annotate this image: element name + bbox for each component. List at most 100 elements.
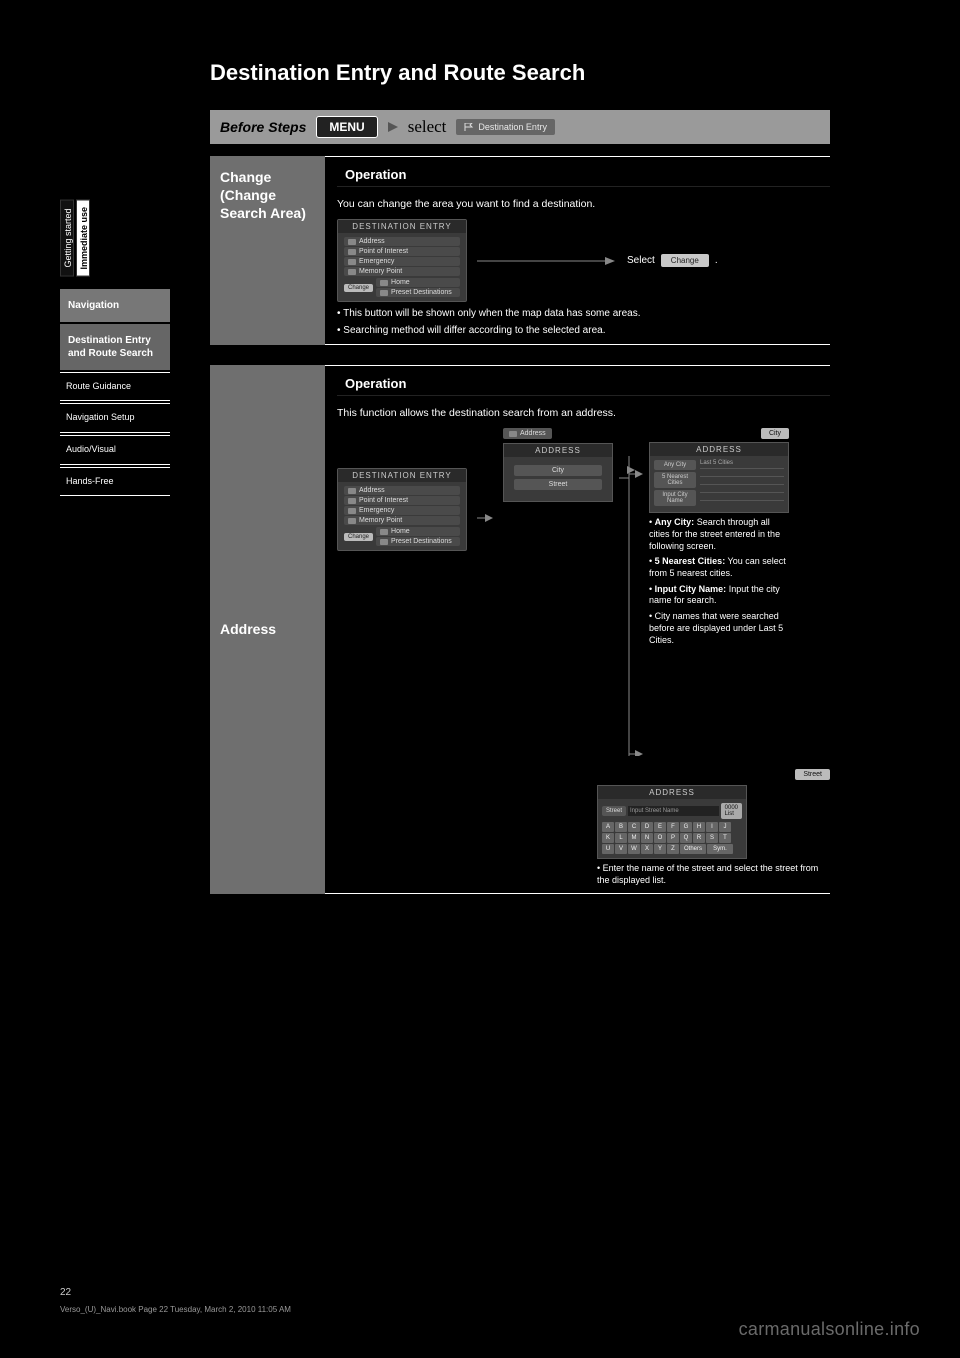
kb-list-btn[interactable]: 0000 List — [721, 803, 742, 819]
key[interactable]: Z — [667, 844, 679, 854]
address-street-btn[interactable]: Street — [514, 479, 602, 490]
key[interactable]: E — [654, 822, 666, 832]
sidetab-getting-started[interactable]: Getting started — [60, 200, 74, 277]
side-item-dest[interactable]: Destination Entry and Route Search — [60, 324, 170, 370]
screenshot-address-city: ADDRESS Any City 5 Nearest Cities Input … — [649, 442, 789, 513]
de-item-label: Memory Point — [359, 517, 402, 524]
key[interactable]: X — [641, 844, 653, 854]
footer-fineprint: Verso_(U)_Navi.book Page 22 Tuesday, Mar… — [60, 1305, 291, 1314]
key[interactable]: L — [615, 833, 627, 843]
screenshot-destination-entry-2: DESTINATION ENTRY Address Point of Inter… — [337, 468, 467, 551]
last5-row[interactable] — [700, 476, 784, 484]
house-icon — [348, 239, 356, 245]
change-chip[interactable]: Change — [661, 254, 709, 267]
de-item-poi[interactable]: Point of Interest — [344, 247, 460, 256]
de-item-label: Point of Interest — [359, 248, 408, 255]
key[interactable]: C — [628, 822, 640, 832]
key[interactable]: S — [706, 833, 718, 843]
city-note-anycity: • Any City: Search through all cities fo… — [649, 517, 789, 552]
destination-entry-chip[interactable]: Destination Entry — [456, 119, 555, 135]
key[interactable]: Y — [654, 844, 666, 854]
key[interactable]: F — [667, 822, 679, 832]
key[interactable]: P — [667, 833, 679, 843]
de-item-preset[interactable]: Preset Destinations — [376, 288, 460, 297]
side-item-guide[interactable]: Route Guidance — [60, 372, 170, 402]
de2-item-memory[interactable]: Memory Point — [344, 516, 460, 525]
de2-change-btn[interactable]: Change — [344, 533, 373, 541]
flow-arrow-icon — [477, 256, 617, 266]
screenshot-address-menu: ADDRESS City Street — [503, 443, 613, 502]
de-item-emergency[interactable]: Emergency — [344, 257, 460, 266]
destination-entry-chip-label: Destination Entry — [478, 122, 547, 132]
key[interactable]: W — [628, 844, 640, 854]
city-note-inputcity: • Input City Name: Input the city name f… — [649, 584, 789, 607]
sos-icon — [348, 259, 356, 265]
street-chip[interactable]: Street — [795, 769, 830, 780]
key[interactable]: I — [706, 822, 718, 832]
de2-item-address[interactable]: Address — [344, 486, 460, 495]
de2-item-poi[interactable]: Point of Interest — [344, 496, 460, 505]
de-item-label: Memory Point — [359, 268, 402, 275]
side-item-setup[interactable]: Navigation Setup — [60, 403, 170, 433]
last5-row[interactable] — [700, 500, 784, 508]
last5-row[interactable] — [700, 492, 784, 500]
kb-input[interactable]: Input Street Name — [628, 806, 719, 816]
poi-icon — [348, 498, 356, 504]
keyboard-keys: A B C D E F G H I J K L — [602, 822, 742, 854]
last5-row[interactable] — [700, 468, 784, 476]
key[interactable]: T — [719, 833, 731, 843]
address-chip-label: Address — [520, 430, 546, 437]
de-item-label: Home — [391, 279, 410, 286]
section-address: Address Operation This function allows t… — [210, 365, 830, 894]
key[interactable]: M — [628, 833, 640, 843]
address-mid-title: ADDRESS — [504, 444, 612, 457]
key[interactable]: G — [680, 822, 692, 832]
key-sym[interactable]: Sym. — [707, 844, 733, 854]
de2-item-emergency[interactable]: Emergency — [344, 506, 460, 515]
key[interactable]: V — [615, 844, 627, 854]
key[interactable]: Q — [680, 833, 692, 843]
section-address-label: Address — [210, 365, 325, 894]
de-item-label: Emergency — [359, 258, 394, 265]
key[interactable]: R — [693, 833, 705, 843]
flow-arrow-icon — [477, 513, 493, 523]
side-item-audio[interactable]: Audio/Visual — [60, 435, 170, 465]
kb-street-label: Street — [602, 806, 626, 816]
key[interactable]: B — [615, 822, 627, 832]
input-city-name-btn[interactable]: Input City Name — [654, 490, 696, 506]
key[interactable]: O — [654, 833, 666, 843]
any-city-btn[interactable]: Any City — [654, 460, 696, 470]
nearest-cities-btn[interactable]: 5 Nearest Cities — [654, 472, 696, 488]
key[interactable]: J — [719, 822, 731, 832]
key[interactable]: H — [693, 822, 705, 832]
key[interactable]: A — [602, 822, 614, 832]
select-step-label: Select — [627, 255, 655, 266]
side-item-handsfree[interactable]: Hands-Free — [60, 467, 170, 497]
de-item-home[interactable]: Home — [376, 278, 460, 287]
star-icon — [380, 290, 388, 296]
menu-button[interactable]: MENU — [316, 116, 377, 138]
de2-item-home[interactable]: Home — [376, 527, 460, 536]
arrow-right-icon — [388, 122, 398, 132]
key-others[interactable]: Others — [680, 844, 706, 854]
before-steps-bar: Before Steps MENU select Destination Ent… — [210, 110, 830, 144]
key[interactable]: N — [641, 833, 653, 843]
de-change-btn[interactable]: Change — [344, 284, 373, 292]
key[interactable]: D — [641, 822, 653, 832]
de-item-memory[interactable]: Memory Point — [344, 267, 460, 276]
sidetab-immediate-use[interactable]: Immediate use — [76, 200, 90, 277]
de-item-address[interactable]: Address — [344, 237, 460, 246]
address-chip[interactable]: Address — [503, 428, 552, 439]
city-chip[interactable]: City — [761, 428, 789, 439]
pin-icon — [348, 518, 356, 524]
last5-row[interactable] — [700, 484, 784, 492]
change-note-2: • Searching method will differ according… — [337, 325, 830, 336]
de-item-label: Preset Destinations — [391, 538, 452, 545]
side-nav: Getting started Immediate use Navigation… — [60, 200, 170, 498]
address-city-btn[interactable]: City — [514, 465, 602, 476]
city-panel-title: ADDRESS — [650, 443, 788, 456]
key[interactable]: U — [602, 844, 614, 854]
de2-item-preset[interactable]: Preset Destinations — [376, 537, 460, 546]
key[interactable]: K — [602, 833, 614, 843]
select-label: select — [408, 117, 447, 137]
